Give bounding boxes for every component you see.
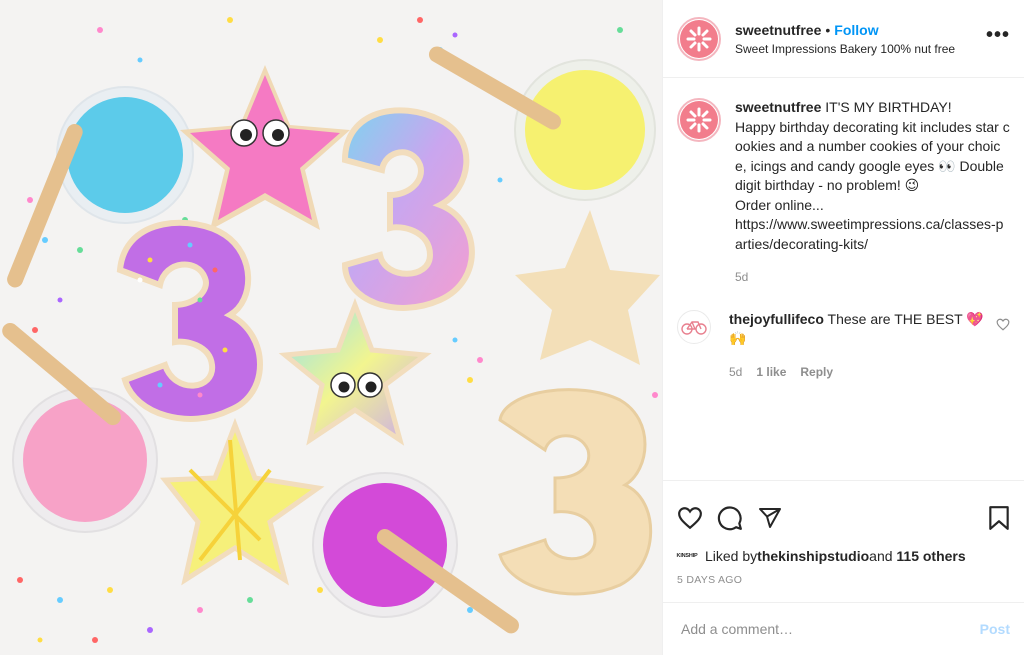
commenter-avatar[interactable] <box>677 309 711 344</box>
reply-button[interactable]: Reply <box>800 363 833 383</box>
author-avatar[interactable] <box>677 16 721 61</box>
liker-avatar[interactable]: KINSHIP <box>677 546 698 566</box>
save-button[interactable] <box>970 498 1010 538</box>
comment-time[interactable]: 5d <box>729 363 742 383</box>
bicycle-icon <box>681 320 707 335</box>
post-date[interactable]: 5 DAYS AGO <box>663 568 1024 598</box>
sparkle-logo-icon <box>686 26 712 51</box>
post-comment-button[interactable]: Post <box>980 621 1010 637</box>
like-button[interactable] <box>677 498 717 538</box>
author-username[interactable]: sweetnutfree <box>735 22 821 38</box>
post-location[interactable]: Sweet Impressions Bakery 100% nut free <box>735 41 986 57</box>
caption-avatar[interactable] <box>677 98 721 142</box>
share-button[interactable] <box>757 498 797 538</box>
post-photo[interactable] <box>0 0 662 655</box>
commenter-username[interactable]: thejoyfullifeco <box>729 311 824 327</box>
sparkle-logo-icon <box>686 107 712 133</box>
cookies-image <box>2 17 660 643</box>
action-bar <box>663 480 1024 544</box>
caption-time[interactable]: 5d <box>735 268 1010 288</box>
comments-section: sweetnutfree IT'S MY BIRTHDAY! Happy bir… <box>663 78 1024 480</box>
comment-icon <box>717 505 742 530</box>
more-options-icon[interactable]: ••• <box>986 24 1010 47</box>
comment-button[interactable] <box>717 498 757 538</box>
caption: sweetnutfree IT'S MY BIRTHDAY! Happy bir… <box>677 98 1010 288</box>
header-separator: • <box>825 21 831 38</box>
heart-outline-icon <box>678 506 702 529</box>
likes-count[interactable]: 115 others <box>896 547 965 565</box>
liker-username[interactable]: thekinshipstudio <box>757 547 869 565</box>
post-detail-panel: sweetnutfree • Follow Sweet Impressions Ba… <box>662 0 1024 655</box>
comment-item: thejoyfullifeco These are THE BEST 💖🙌 5d… <box>677 309 1010 383</box>
post-header: sweetnutfree • Follow Sweet Impressions Ba… <box>663 0 1024 78</box>
heart-outline-icon <box>996 318 1010 331</box>
caption-username[interactable]: sweetnutfree <box>735 99 821 115</box>
follow-button[interactable]: Follow <box>834 22 878 38</box>
bookmark-icon <box>989 505 1009 530</box>
comment-like-button[interactable] <box>996 318 1010 334</box>
likes-prefix: Liked by <box>705 548 758 564</box>
likes-middle: and <box>869 548 893 564</box>
comment-likes[interactable]: 1 like <box>756 363 786 383</box>
instagram-post-window: sweetnutfree • Follow Sweet Impressions Ba… <box>0 0 1024 655</box>
add-comment-bar: Post <box>663 602 1024 655</box>
likes-summary: KINSHIP Liked by thekinshipstudio and 11… <box>663 544 1024 568</box>
share-icon <box>759 507 781 528</box>
caption-text: IT'S MY BIRTHDAY! Happy birthday decorat… <box>735 99 1010 252</box>
comment-input[interactable] <box>681 621 980 637</box>
